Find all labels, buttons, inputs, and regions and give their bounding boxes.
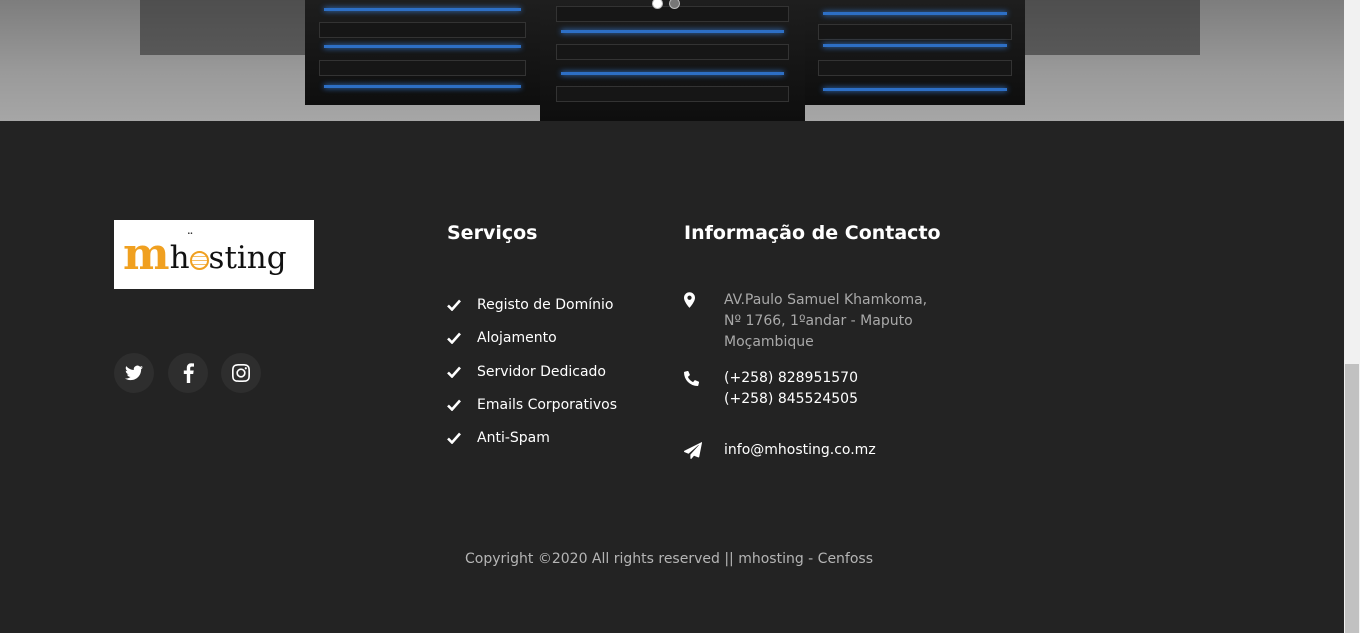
check-icon — [447, 366, 461, 378]
address-line: AV.Paulo Samuel Khamkoma, — [724, 292, 928, 308]
server-rack-image — [540, 0, 805, 121]
service-label: Emails Corporativos — [477, 397, 617, 413]
globe-icon — [189, 251, 209, 270]
hero-banner — [0, 0, 1344, 121]
check-icon — [447, 399, 461, 411]
service-label: Anti-Spam — [477, 430, 550, 446]
address-line: Nº 1766, 1ºandar - Maputo — [724, 313, 913, 329]
logo-letter-m: m — [123, 228, 170, 280]
carousel-dot-2[interactable] — [669, 0, 680, 9]
server-rack-image — [305, 0, 540, 105]
mhosting-logo[interactable]: m h sting ¨ — [114, 220, 314, 289]
twitter-button[interactable] — [114, 353, 154, 393]
paper-plane-icon — [684, 442, 702, 459]
facebook-button[interactable] — [168, 353, 208, 393]
carousel-dot-1[interactable] — [652, 0, 663, 9]
instagram-button[interactable] — [221, 353, 261, 393]
contact-phones: (+258) 828951570 (+258) 845524505 — [724, 368, 858, 410]
service-link[interactable]: Registo de Domínio — [447, 297, 613, 313]
facebook-icon — [183, 363, 194, 383]
service-label: Registo de Domínio — [477, 297, 614, 313]
service-link[interactable]: Anti-Spam — [447, 430, 550, 446]
check-icon — [447, 332, 461, 344]
scrollbar-thumb[interactable] — [1345, 364, 1359, 633]
check-icon — [447, 299, 461, 311]
check-icon — [447, 432, 461, 444]
contact-email[interactable]: info@mhosting.co.mz — [724, 440, 876, 461]
service-link[interactable]: Emails Corporativos — [447, 397, 617, 413]
twitter-icon — [125, 365, 143, 381]
service-link[interactable]: Servidor Dedicado — [447, 364, 606, 380]
map-marker-icon — [684, 292, 695, 308]
service-label: Alojamento — [477, 330, 557, 346]
logo-wordmark: h sting ¨ — [169, 231, 287, 276]
carousel-dots — [652, 0, 680, 9]
phone-number[interactable]: (+258) 845524505 — [724, 389, 858, 410]
phone-icon — [684, 371, 699, 386]
contact-title: Informação de Contacto — [684, 222, 941, 244]
contact-address: AV.Paulo Samuel Khamkoma, Nº 1766, 1ºand… — [724, 290, 927, 353]
copyright-text: Copyright ©2020 All rights reserved || m… — [464, 551, 874, 567]
page-scrollbar[interactable] — [1344, 0, 1360, 633]
address-line: Moçambique — [724, 334, 814, 350]
service-label: Servidor Dedicado — [477, 364, 606, 380]
server-rack-image — [805, 0, 1025, 105]
services-title: Serviços — [447, 222, 538, 244]
phone-number[interactable]: (+258) 828951570 — [724, 368, 858, 389]
instagram-icon — [232, 364, 250, 382]
service-link[interactable]: Alojamento — [447, 330, 557, 346]
